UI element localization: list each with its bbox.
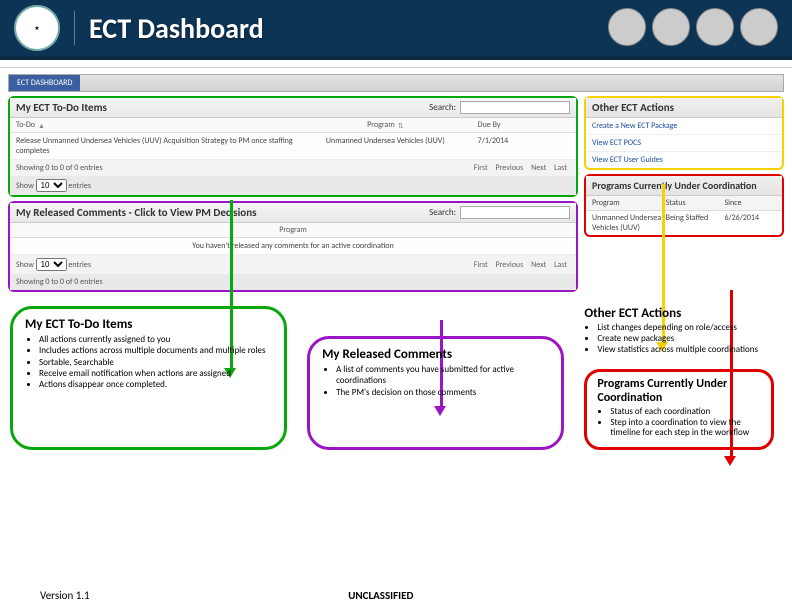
panel-released-title: My Released Comments - Click to View PM … [16,206,256,219]
pager-prev[interactable]: Previous [495,163,523,173]
col-since[interactable]: Since [724,198,776,208]
search-label: Search: [429,207,456,218]
callout-item: Status of each coordination [610,407,761,418]
cell-program: Unmanned Undersea Vehicles (UUV) [293,136,478,156]
search-label: Search: [429,102,456,113]
foot-show-label: Show [16,260,34,270]
panel-programs-title: Programs Currently Under Coordination [592,179,757,192]
cell-since: 6/26/2014 [724,213,776,233]
pager-last[interactable]: Last [554,163,567,173]
cell-todo: Release Unmanned Undersea Vehicles (UUV)… [16,136,293,156]
branch-seals [608,8,778,46]
version-label: Version 1.1 [40,589,90,602]
pager-first[interactable]: First [474,260,488,270]
callout-programs-title: Programs Currently Under Coordination [597,378,761,404]
army-seal-icon [608,8,646,46]
pager-last[interactable]: Last [554,260,567,270]
callout-item: The PM's decision on those comments [336,387,549,398]
airforce-seal-icon [740,8,778,46]
callout-released: My Released Comments A list of comments … [307,336,564,450]
empty-row: You haven't released any comments for an… [10,238,576,255]
callout-right-column: Other ECT Actions List changes depending… [584,306,782,450]
callout-item: Includes actions across multiple documen… [39,345,272,356]
page-title: ECT Dashboard [89,11,264,46]
pager-first[interactable]: First [474,163,488,173]
page-size-select[interactable]: 10 [36,179,67,192]
panel-released: My Released Comments - Click to View PM … [8,201,578,292]
callout-item: Receive email notification when actions … [39,368,272,379]
col-program[interactable]: Program [279,225,307,235]
classification-label: UNCLASSIFIED [348,589,413,602]
link-view-pocs[interactable]: View ECT POCS [586,135,782,152]
tab-bar: ECT DASHBOARD [8,74,784,92]
sort-asc-icon: ▲ [38,121,45,130]
callout-item: A list of comments you have submitted fo… [336,364,549,387]
marines-seal-icon [652,8,690,46]
cell-program: Unmanned Undersea Vehicles (UUV) [592,213,666,233]
spacer [0,60,792,68]
panel-other-actions: Other ECT Actions Create a New ECT Packa… [584,96,784,170]
search-input[interactable] [460,101,570,114]
callout-todo-title: My ECT To-Do Items [25,317,272,332]
arrowhead-red-icon [724,456,736,466]
table-row[interactable]: Unmanned Undersea Vehicles (UUV) Being S… [586,211,782,235]
cell-dueby: 7/1/2014 [478,136,570,156]
navy-seal-icon [696,8,734,46]
divider [74,11,75,45]
app-header: ★ ECT Dashboard [0,0,792,60]
col-program[interactable]: Program [367,120,395,130]
callout-item: Step into a coordination to view the tim… [610,418,761,440]
pager-next[interactable]: Next [531,260,546,270]
cell-status: Being Staffed [666,213,725,233]
foot-showing: Showing 0 to 0 of 0 entries [16,277,103,287]
col-program[interactable]: Program [592,198,666,208]
search-input[interactable] [460,206,570,219]
tab-ect-dashboard[interactable]: ECT DASHBOARD [9,75,80,91]
foot-entries-label: entries [68,181,91,191]
callout-item: Create new packages [597,334,782,345]
callout-programs: Programs Currently Under Coordination St… [584,369,774,450]
panel-other-title: Other ECT Actions [592,101,674,114]
pager-prev[interactable]: Previous [495,260,523,270]
dashboard-screenshot: ECT DASHBOARD My ECT To-Do Items Search:… [0,68,792,292]
slide-footer: Version 1.1 UNCLASSIFIED [0,589,792,602]
panel-todo: My ECT To-Do Items Search: To-Do▲ Progra… [8,96,578,197]
callout-item: View statistics across multiple coordina… [597,345,782,356]
col-todo[interactable]: To-Do [16,120,35,130]
col-dueby[interactable]: Due By [478,120,501,130]
sort-icon: ⇅ [398,121,404,130]
panel-todo-title: My ECT To-Do Items [16,101,107,114]
callout-released-title: My Released Comments [322,347,549,362]
annotations: My ECT To-Do Items All actions currently… [0,306,792,450]
empty-message: You haven't released any comments for an… [192,241,393,251]
panel-programs: Programs Currently Under Coordination Pr… [584,174,784,237]
link-view-guides[interactable]: View ECT User Guides [586,152,782,168]
foot-show-label: Show [16,181,34,191]
page-size-select[interactable]: 10 [36,258,67,271]
callout-item: Actions disappear once completed. [39,379,272,390]
callout-todo: My ECT To-Do Items All actions currently… [10,306,287,450]
foot-entries-label: entries [68,260,91,270]
callout-item: Sortable, Searchable [39,357,272,368]
table-row[interactable]: Release Unmanned Undersea Vehicles (UUV)… [10,133,576,160]
col-status[interactable]: Status [666,198,725,208]
foot-showing: Showing 0 to 0 of 0 entries [16,163,103,173]
callout-other-title: Other ECT Actions [584,306,782,321]
pager-next[interactable]: Next [531,163,546,173]
dod-seal-icon: ★ [14,5,60,51]
callout-item: All actions currently assigned to you [39,334,272,345]
link-create-package[interactable]: Create a New ECT Package [586,118,782,135]
